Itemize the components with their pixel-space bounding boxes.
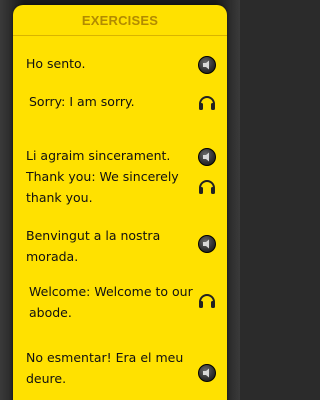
- app-screen: EXERCISES Ho sento. Sorry: I am sorry. L…: [0, 0, 240, 400]
- headphones-icon[interactable]: [197, 93, 217, 111]
- english-phrase-text: Thank you: We sincerely: [26, 169, 179, 184]
- english-phrase-text: Sorry: I am sorry.: [29, 94, 135, 109]
- speaker-icon[interactable]: [198, 235, 216, 253]
- header-bar: EXERCISES: [13, 5, 227, 36]
- english-phrase-text: Welcome: Welcome to our: [29, 284, 193, 299]
- page-title: EXERCISES: [81, 12, 159, 28]
- headphones-icon[interactable]: [197, 177, 217, 195]
- native-phrase-text: Li agraim sincerament.: [26, 148, 171, 163]
- speaker-icon[interactable]: [198, 56, 216, 74]
- native-phrase-text: Ho sento.: [26, 56, 86, 71]
- english-phrase-text: thank you.: [26, 190, 93, 205]
- native-phrase-text: Benvingut a la nostra: [26, 228, 161, 243]
- headphones-icon[interactable]: [197, 291, 217, 309]
- speaker-icon[interactable]: [198, 148, 216, 166]
- native-phrase-text: deure.: [26, 371, 67, 386]
- english-phrase-text: abode.: [29, 305, 72, 320]
- native-phrase-text: morada.: [26, 249, 79, 264]
- exercises-panel: EXERCISES Ho sento. Sorry: I am sorry. L…: [13, 5, 227, 400]
- native-phrase-text: No esmentar! Era el meu: [26, 350, 184, 365]
- speaker-icon[interactable]: [198, 364, 216, 382]
